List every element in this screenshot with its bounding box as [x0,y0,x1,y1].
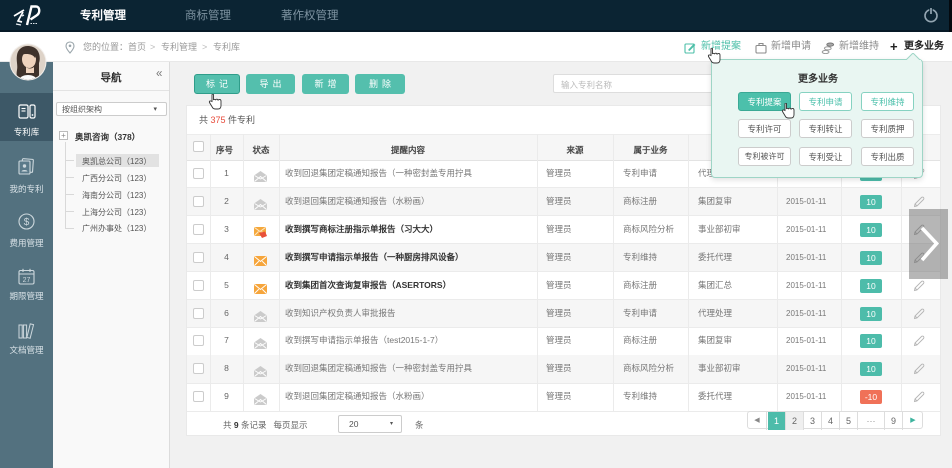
svg-text:$: $ [24,217,30,228]
svg-text:27: 27 [23,277,31,284]
